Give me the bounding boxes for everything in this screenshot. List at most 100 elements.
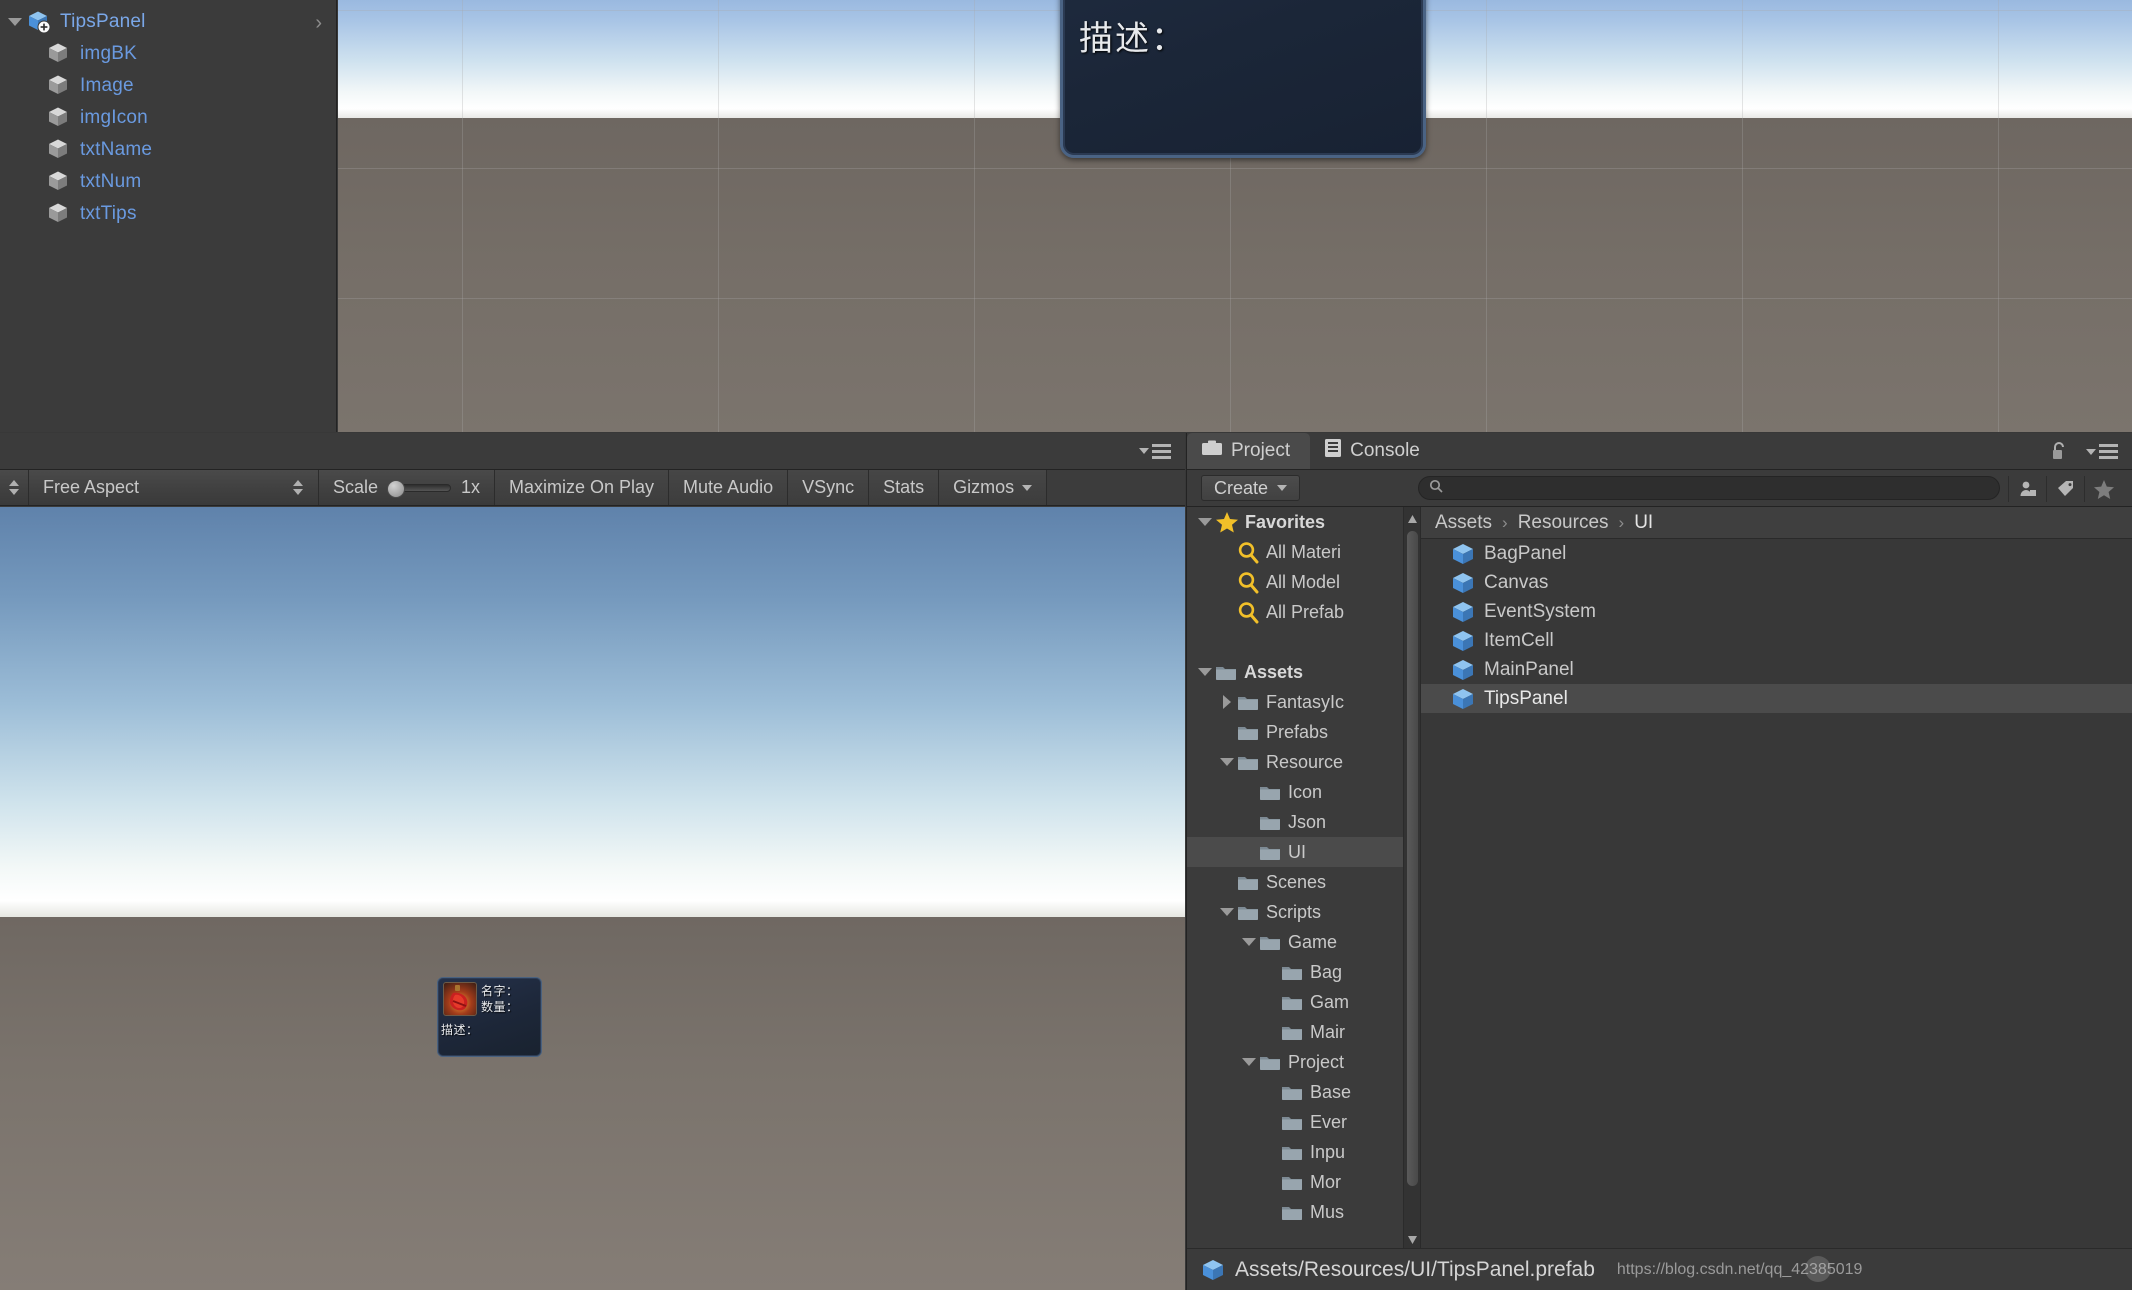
tree-item-resource[interactable]: Resource xyxy=(1187,747,1420,777)
tree-item-favorites[interactable]: Favorites xyxy=(1187,507,1420,537)
folder-icon xyxy=(1281,1144,1303,1161)
tree-item-all-model[interactable]: All Model xyxy=(1187,567,1420,597)
tree-item-mor[interactable]: Mor xyxy=(1187,1167,1420,1197)
hierarchy-row-tipspanel[interactable]: TipsPanel › xyxy=(0,6,336,38)
gizmos-dropdown[interactable]: Gizmos xyxy=(939,470,1048,505)
scale-value: 1x xyxy=(460,477,480,497)
asset-label: EventSystem xyxy=(1484,600,1596,622)
panel-menu-icon[interactable] xyxy=(2086,444,2118,459)
tree-item-ever[interactable]: Ever xyxy=(1187,1107,1420,1137)
tree-item-all-materi[interactable]: All Materi xyxy=(1187,537,1420,567)
aspect-stepper-icon[interactable] xyxy=(292,477,304,499)
tree-item-base[interactable]: Base xyxy=(1187,1077,1420,1107)
hierarchy-row-image[interactable]: Image xyxy=(0,70,336,102)
expand-twisty-icon[interactable] xyxy=(1217,758,1237,766)
hierarchy-row-txtname[interactable]: txtName xyxy=(0,134,336,166)
aspect-ratio-dropdown[interactable]: Free Aspect xyxy=(29,470,319,505)
maximize-on-play-button[interactable]: Maximize On Play xyxy=(495,470,670,505)
breadcrumb-item-resources[interactable]: Resources xyxy=(1518,512,1609,534)
expand-twisty-icon[interactable] xyxy=(1239,938,1259,946)
prefab-cube-icon xyxy=(26,10,52,34)
asset-row-tipspanel[interactable]: TipsPanel xyxy=(1421,684,2132,713)
tree-item-json[interactable]: Json xyxy=(1187,807,1420,837)
expand-twisty-icon[interactable] xyxy=(1217,908,1237,916)
hierarchy-item-label: txtNum xyxy=(80,171,142,192)
scene-tips-prefab-preview[interactable]: 描述： xyxy=(1060,0,1426,158)
hierarchy-item-label: imgIcon xyxy=(80,107,148,128)
tree-item-all-prefab[interactable]: All Prefab xyxy=(1187,597,1420,627)
tree-item-label: All Model xyxy=(1266,571,1341,592)
hierarchy-row-txtnum[interactable]: txtNum xyxy=(0,166,336,198)
lock-open-icon[interactable] xyxy=(2050,441,2068,461)
tree-item-icon[interactable]: Icon xyxy=(1187,777,1420,807)
chevron-down-icon[interactable] xyxy=(1022,484,1033,491)
project-tabstrip: Project Console xyxy=(1187,433,2132,470)
mute-audio-button[interactable]: Mute Audio xyxy=(669,470,789,505)
aspect-stepper-left[interactable] xyxy=(0,470,29,505)
expand-twisty-icon[interactable] xyxy=(1195,518,1215,526)
folder-icon xyxy=(1237,904,1259,921)
expand-twisty-icon[interactable] xyxy=(4,18,26,26)
scroll-down-icon[interactable] xyxy=(1407,1232,1418,1244)
tab-console[interactable]: Console xyxy=(1310,433,1440,469)
aspect-ratio-value: Free Aspect xyxy=(43,477,140,497)
favorite-star-icon[interactable] xyxy=(2084,476,2122,502)
game-toolbar: Free Aspect Scale 1x Maximize On Play Mu… xyxy=(0,470,1185,506)
tree-item-mus[interactable]: Mus xyxy=(1187,1197,1420,1227)
tree-item-label: All Prefab xyxy=(1266,601,1345,622)
tree-item-fantasyic[interactable]: FantasyIc xyxy=(1187,687,1420,717)
chevron-down-icon[interactable] xyxy=(1277,485,1288,491)
label-filter-icon[interactable] xyxy=(2046,476,2084,502)
tips-panel-runtime[interactable]: 名字： 数量： 描述： xyxy=(437,977,542,1057)
magnifier-icon xyxy=(1237,601,1260,624)
asset-row-itemcell[interactable]: ItemCell xyxy=(1421,626,2132,655)
asset-type-filter-icon[interactable] xyxy=(2008,476,2046,502)
tree-scrollbar[interactable] xyxy=(1403,507,1420,1248)
scrollbar-thumb[interactable] xyxy=(1407,531,1418,1186)
asset-row-mainpanel[interactable]: MainPanel xyxy=(1421,655,2132,684)
expand-twisty-icon[interactable] xyxy=(1217,695,1237,709)
tree-item-inpu[interactable]: Inpu xyxy=(1187,1137,1420,1167)
tree-item-scripts[interactable]: Scripts xyxy=(1187,897,1420,927)
search-field[interactable] xyxy=(1418,476,2000,500)
folder-icon xyxy=(1281,1084,1303,1101)
panel-menu-icon[interactable] xyxy=(1139,443,1171,459)
expand-twisty-icon[interactable] xyxy=(1195,668,1215,676)
create-button[interactable]: Create xyxy=(1201,475,1301,501)
hierarchy-row-imgbk[interactable]: imgBK xyxy=(0,38,336,70)
project-folder-tree[interactable]: Favorites All Materi All Model All Prefab As… xyxy=(1187,507,1421,1248)
tree-item-bag[interactable]: Bag xyxy=(1187,957,1420,987)
tree-item-label: Json xyxy=(1288,811,1327,832)
folder-icon xyxy=(1237,694,1259,711)
hierarchy-row-txttips[interactable]: txtTips xyxy=(0,198,336,230)
vsync-button[interactable]: VSync xyxy=(788,470,870,505)
tree-item-assets[interactable]: Assets xyxy=(1187,657,1420,687)
asset-row-canvas[interactable]: Canvas xyxy=(1421,568,2132,597)
folder-icon xyxy=(1237,874,1259,891)
tree-item-mair[interactable]: Mair xyxy=(1187,1017,1420,1047)
breadcrumb-item-ui[interactable]: UI xyxy=(1634,512,1653,534)
search-input[interactable] xyxy=(1450,479,1989,497)
expand-twisty-icon[interactable] xyxy=(1239,1058,1259,1066)
scale-slider-group[interactable]: Scale 1x xyxy=(319,470,495,505)
tree-item-game[interactable]: Game xyxy=(1187,927,1420,957)
project-asset-list[interactable]: Assets › Resources › UI BagPanel Canvas EventS… xyxy=(1421,507,2132,1248)
tree-item-gam[interactable]: Gam xyxy=(1187,987,1420,1017)
scroll-up-icon[interactable] xyxy=(1407,512,1418,523)
scale-slider[interactable] xyxy=(387,479,451,498)
tree-item-ui[interactable]: UI xyxy=(1187,837,1420,867)
asset-row-eventsystem[interactable]: EventSystem xyxy=(1421,597,2132,626)
stats-button[interactable]: Stats xyxy=(869,470,940,505)
tree-item-prefabs[interactable]: Prefabs xyxy=(1187,717,1420,747)
hierarchy-row-imgicon[interactable]: imgIcon xyxy=(0,102,336,134)
tree-item-label: Inpu xyxy=(1310,1141,1346,1162)
tree-item-project[interactable]: Project xyxy=(1187,1047,1420,1077)
tree-item-scenes[interactable]: Scenes xyxy=(1187,867,1420,897)
game-view[interactable]: 名字： 数量： 描述： xyxy=(0,507,1185,1290)
unity-editor-window: TipsPanel › imgBK Image imgIcon txtName txtN… xyxy=(0,0,2132,1290)
scene-view[interactable]: 描述： xyxy=(338,0,2132,432)
asset-row-bagpanel[interactable]: BagPanel xyxy=(1421,539,2132,568)
chevron-right-icon[interactable]: › xyxy=(315,12,322,35)
breadcrumb-item-assets[interactable]: Assets xyxy=(1435,512,1492,534)
tab-project[interactable]: Project xyxy=(1187,433,1311,469)
